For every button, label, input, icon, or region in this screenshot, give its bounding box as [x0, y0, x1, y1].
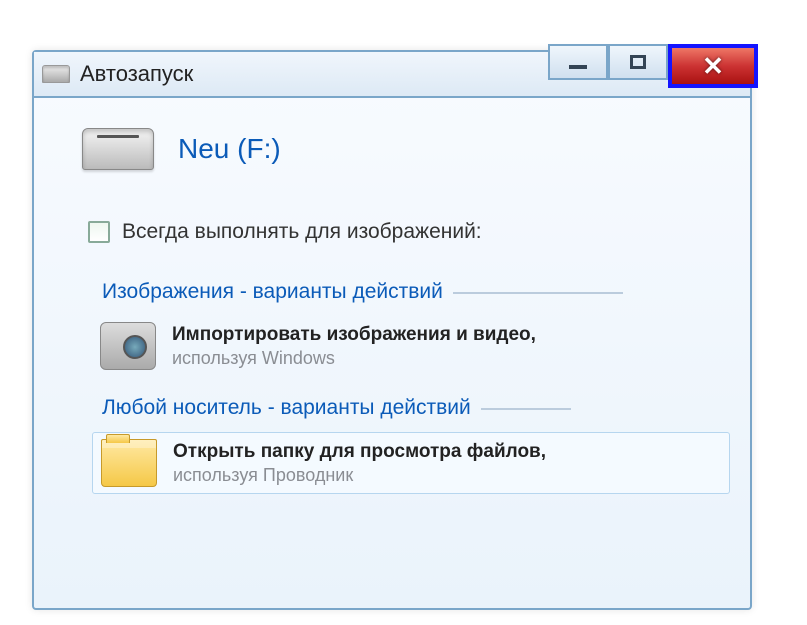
- maximize-icon: [630, 55, 646, 69]
- action-text: Импортировать изображения и видео, испол…: [172, 324, 536, 369]
- section-heading-anymedia: Любой носитель - варианты действий: [102, 396, 730, 420]
- action-title: Открыть папку для просмотра файлов,: [173, 441, 546, 463]
- autoplay-dialog: Автозапуск ✕ Neu (F:) Всегда выполнять д…: [32, 50, 752, 610]
- section-heading-images: Изображения - варианты действий: [102, 280, 730, 304]
- close-button[interactable]: ✕: [668, 44, 758, 88]
- drive-icon: [82, 128, 154, 170]
- action-subtitle: используя Проводник: [173, 465, 546, 486]
- drive-icon-small: [42, 65, 70, 83]
- window-controls: ✕: [548, 44, 758, 88]
- always-do-checkbox[interactable]: [88, 221, 110, 243]
- dialog-content: Neu (F:) Всегда выполнять для изображени…: [34, 98, 750, 524]
- close-icon: ✕: [702, 51, 724, 82]
- minimize-button[interactable]: [548, 44, 608, 80]
- minimize-icon: [569, 65, 587, 69]
- action-import-images[interactable]: Импортировать изображения и видео, испол…: [92, 316, 730, 376]
- maximize-button[interactable]: [608, 44, 668, 80]
- action-open-folder[interactable]: Открыть папку для просмотра файлов, испо…: [92, 432, 730, 494]
- titlebar[interactable]: Автозапуск ✕: [34, 52, 750, 98]
- always-do-label: Всегда выполнять для изображений:: [122, 220, 482, 244]
- action-subtitle: используя Windows: [172, 348, 536, 369]
- window-title: Автозапуск: [80, 61, 193, 87]
- always-do-row[interactable]: Всегда выполнять для изображений:: [88, 220, 730, 244]
- action-text: Открыть папку для просмотра файлов, испо…: [173, 441, 546, 486]
- action-title: Импортировать изображения и видео,: [172, 324, 536, 346]
- folder-icon: [101, 439, 157, 487]
- drive-header: Neu (F:): [82, 128, 730, 170]
- drive-label: Neu (F:): [178, 133, 281, 165]
- camera-icon: [100, 322, 156, 370]
